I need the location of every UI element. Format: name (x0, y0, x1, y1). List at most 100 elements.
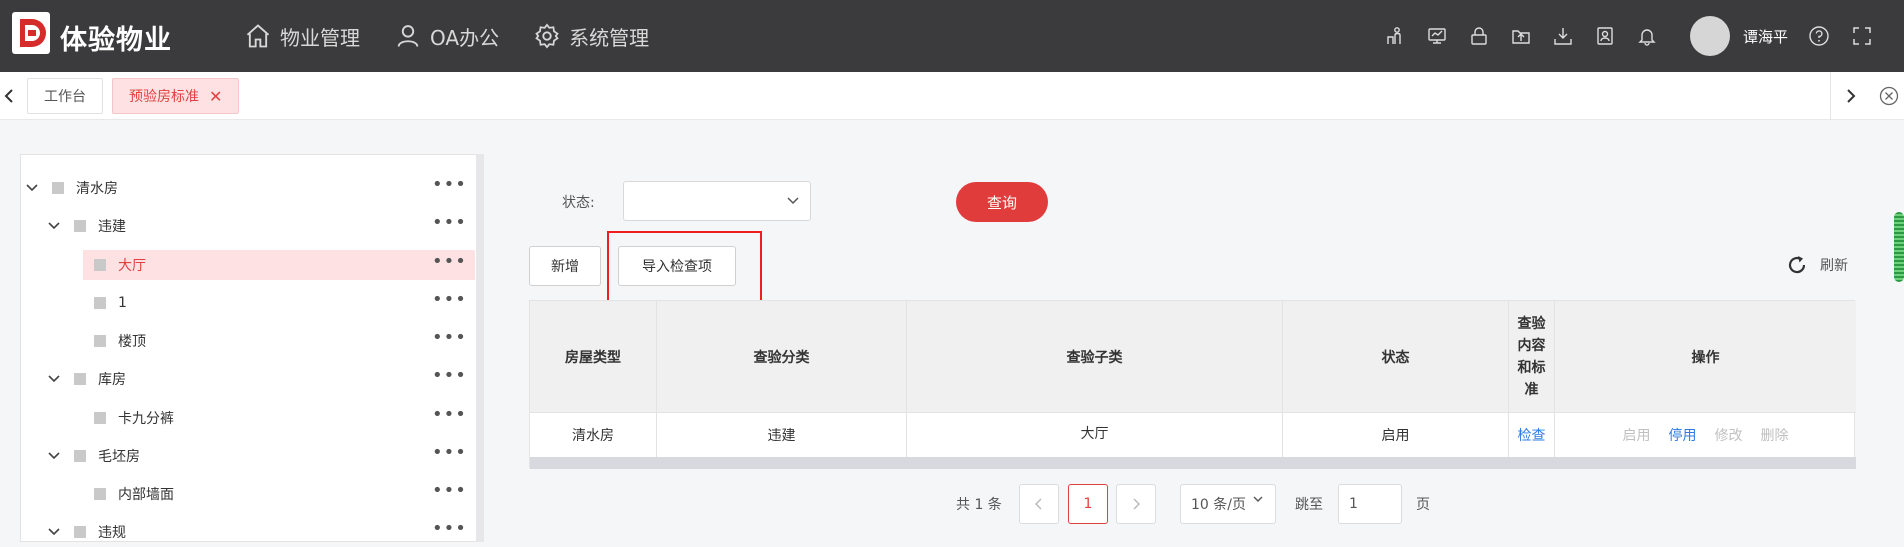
tree-node-neibuqiangmian[interactable]: 内部墙面 (94, 479, 468, 509)
col-header-content: 查验内容和标准 (1509, 301, 1555, 413)
contact-card-icon[interactable] (1594, 25, 1616, 47)
prev-page-button[interactable] (1019, 484, 1059, 524)
home-icon (246, 24, 270, 48)
chevron-left-icon (1034, 498, 1042, 510)
enable-button[interactable]: 启用 (1623, 425, 1651, 445)
edit-button[interactable]: 修改 (1715, 425, 1743, 445)
upload-icon[interactable] (1510, 25, 1532, 47)
folder-icon (52, 182, 64, 194)
nav-item-label: OA办公 (430, 25, 500, 50)
pager-total: 共 1 条 (956, 497, 1002, 513)
top-header: 体验物业 物业管理 OA办公 系统管理 谭海平 (0, 0, 1904, 72)
chevron-right-icon[interactable] (1840, 86, 1860, 106)
help-icon[interactable] (1808, 25, 1830, 51)
status-select[interactable] (623, 181, 811, 221)
tree-node-kajiufenku[interactable]: 卡九分裤 (94, 403, 468, 433)
tree-scrollbar[interactable] (476, 154, 484, 542)
status-filter-label: 状态: (562, 195, 595, 211)
more-icon[interactable]: ••• (432, 365, 467, 386)
more-icon[interactable]: ••• (432, 327, 467, 348)
tree-node-label: 大厅 (118, 258, 146, 274)
folder-icon (74, 220, 86, 232)
folder-icon (74, 526, 86, 538)
tree-node-weijian[interactable]: 违建 (46, 211, 468, 241)
more-icon[interactable]: ••• (432, 174, 467, 195)
tabs-bar: 工作台 预验房标准 ✕ (0, 72, 1904, 120)
app-title: 体验物业 (60, 25, 172, 56)
tab-inspection-standard[interactable]: 预验房标准 ✕ (112, 78, 240, 114)
page-scrollbar[interactable] (1894, 212, 1904, 282)
tree-node-label: 卡九分裤 (118, 411, 174, 427)
more-icon[interactable]: ••• (432, 480, 467, 501)
chevron-down-icon[interactable] (46, 371, 62, 387)
col-header-actions: 操作 (1691, 350, 1720, 366)
tree-node-label: 楼顶 (118, 334, 146, 350)
tree-node-label: 内部墙面 (118, 487, 174, 503)
more-icon[interactable]: ••• (432, 518, 467, 539)
tree-node-kufang[interactable]: 库房 (46, 364, 468, 394)
chevron-down-icon (787, 197, 799, 205)
item-icon (94, 259, 106, 271)
tab-label: 工作台 (44, 89, 86, 105)
chevron-left-icon[interactable] (0, 86, 20, 106)
tree-node-1[interactable]: 1 (94, 288, 468, 318)
jump-page-input[interactable]: 1 (1338, 484, 1402, 524)
tab-label: 预验房标准 (129, 89, 199, 105)
tree-node-label: 违建 (98, 219, 126, 235)
more-icon[interactable]: ••• (432, 442, 467, 463)
delete-button[interactable]: 删除 (1761, 425, 1789, 445)
main-nav: 物业管理 OA办公 系统管理 (244, 0, 649, 72)
monitor-icon[interactable] (1426, 25, 1448, 47)
jump-label: 跳至 (1295, 497, 1323, 513)
chevron-down-icon[interactable] (46, 218, 62, 234)
refresh-label: 刷新 (1820, 258, 1848, 274)
username[interactable]: 谭海平 (1743, 26, 1788, 47)
content-link[interactable]: 检查 (1509, 413, 1555, 457)
bell-icon[interactable] (1636, 25, 1658, 47)
nav-item-system[interactable]: 系统管理 (533, 22, 649, 51)
tab-workbench[interactable]: 工作台 (27, 78, 103, 114)
tree-node-label: 清水房 (76, 181, 118, 197)
page-size-select[interactable]: 10 条/页 (1180, 484, 1276, 524)
logo-icon (20, 19, 46, 47)
more-icon[interactable]: ••• (432, 404, 467, 425)
next-page-button[interactable] (1116, 484, 1156, 524)
add-button[interactable]: 新增 (529, 246, 601, 286)
inspection-table: 房屋类型 查验分类 查验子类 状态 查验内容和标准 操作 清水房 违建 大厅 启… (529, 300, 1856, 469)
chevron-down-icon[interactable] (46, 524, 62, 540)
chevron-down-icon[interactable] (46, 448, 62, 464)
tool-person-icon[interactable] (1384, 25, 1406, 47)
page-number-current[interactable]: 1 (1068, 484, 1108, 524)
tree-node-qingshuifang[interactable]: 清水房 (24, 173, 468, 203)
query-button[interactable]: 查询 (956, 182, 1048, 222)
tree-node-weigui[interactable]: 违规 (46, 517, 468, 547)
download-icon[interactable] (1552, 25, 1574, 47)
cell-status: 启用 (1283, 413, 1509, 457)
close-all-tabs-icon[interactable] (1878, 85, 1900, 107)
more-icon[interactable]: ••• (432, 251, 467, 272)
tree-node-label: 毛坯房 (98, 449, 140, 465)
more-icon[interactable]: ••• (432, 289, 467, 310)
table-horizontal-scrollbar[interactable] (530, 457, 1856, 469)
tree-node-label: 1 (118, 295, 127, 311)
close-icon[interactable]: ✕ (209, 87, 222, 106)
avatar[interactable] (1690, 16, 1730, 56)
refresh-button[interactable]: 刷新 (1786, 254, 1848, 276)
fullscreen-icon[interactable] (1851, 25, 1873, 51)
more-icon[interactable]: ••• (432, 212, 467, 233)
tree-node-maopifang[interactable]: 毛坯房 (46, 441, 468, 471)
cell-house-type: 清水房 (530, 413, 657, 457)
disable-button[interactable]: 停用 (1669, 425, 1697, 445)
item-icon (94, 297, 106, 309)
lock-icon[interactable] (1468, 25, 1490, 47)
nav-item-oa[interactable]: OA办公 (394, 22, 499, 51)
chevron-down-icon[interactable] (24, 180, 40, 196)
nav-item-property[interactable]: 物业管理 (244, 22, 360, 51)
nav-item-label: 系统管理 (569, 25, 650, 50)
table-header: 房屋类型 查验分类 查验子类 状态 查验内容和标准 操作 (530, 301, 1856, 413)
tree-node-louding[interactable]: 楼顶 (94, 326, 468, 356)
app-logo (12, 12, 50, 54)
tree-node-dating[interactable]: 大厅 (83, 250, 475, 280)
tree-node-label: 库房 (98, 372, 126, 388)
nav-item-label: 物业管理 (280, 25, 360, 50)
